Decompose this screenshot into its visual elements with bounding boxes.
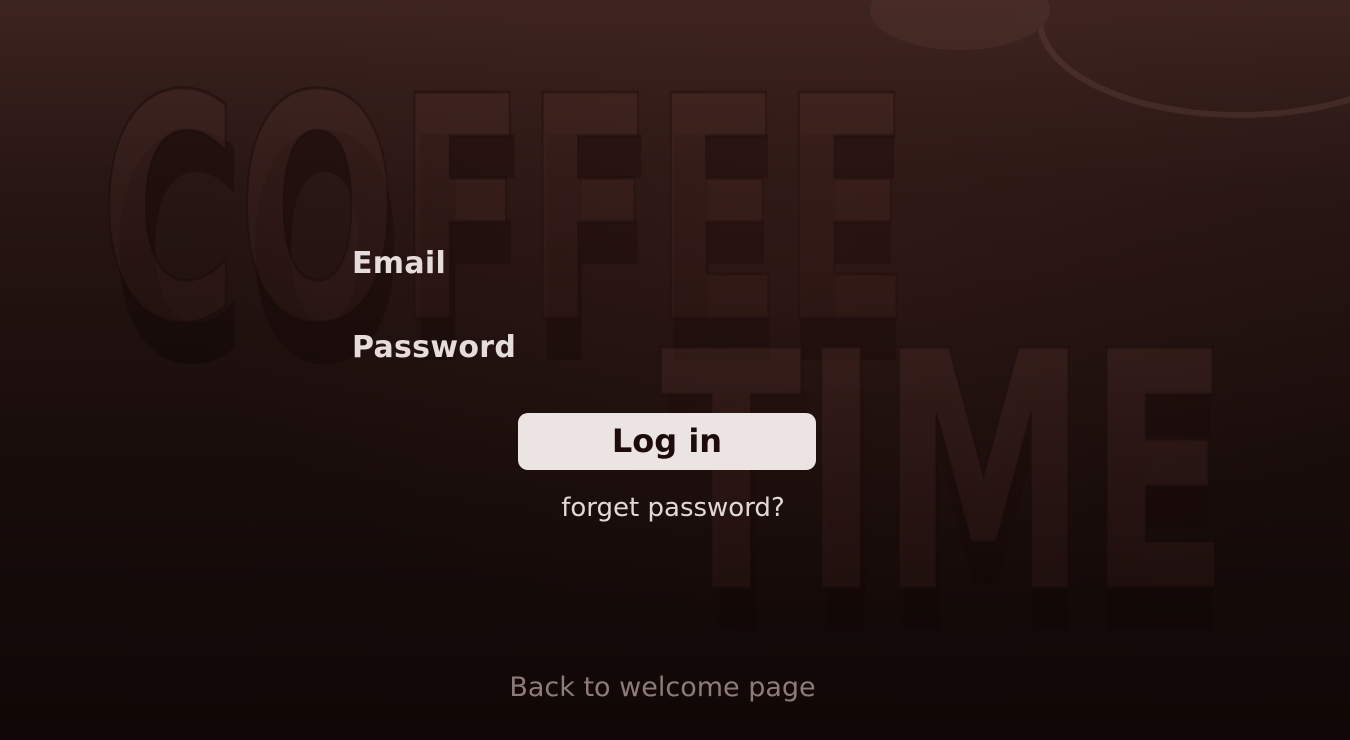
forgot-password-link[interactable]: forget password? xyxy=(518,490,828,526)
email-input[interactable] xyxy=(352,242,992,286)
cup-ring-decoration xyxy=(870,0,1350,118)
login-button[interactable]: Log in xyxy=(518,413,816,470)
background-vignette xyxy=(0,0,1350,740)
password-field: Password xyxy=(352,326,992,370)
background-artwork: COFFEE COFFEE TIME TIME xyxy=(99,0,1350,708)
email-field: Email xyxy=(352,242,992,286)
back-to-welcome-link[interactable]: Back to welcome page xyxy=(475,670,850,706)
password-input[interactable] xyxy=(352,326,992,370)
